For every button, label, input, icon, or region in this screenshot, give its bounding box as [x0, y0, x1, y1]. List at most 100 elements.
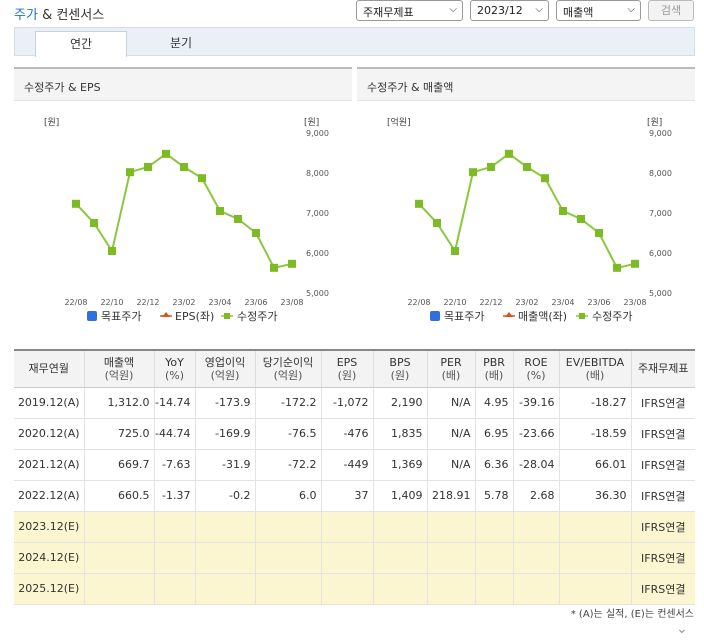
- column-unit: (억원): [210, 368, 240, 382]
- column-header: YoY (%): [153, 350, 195, 388]
- table-cell: -31.9: [194, 449, 255, 481]
- column-header: 재무연월: [14, 350, 84, 388]
- table-row: 2022.12(A) 660.5 -1.37 -0.2 6.0 37 1,409 218.91…: [14, 480, 695, 512]
- column-header: PBR (배): [474, 350, 513, 388]
- x-tick-label: 22/08: [64, 298, 87, 307]
- table-cell: [558, 573, 631, 605]
- price-point: [144, 163, 152, 171]
- table-cell: -449: [320, 449, 373, 481]
- x-tick-label: 23/06: [244, 298, 267, 307]
- table-cell: N/A: [426, 449, 475, 481]
- left-axis-unit: [억원]: [387, 116, 411, 128]
- chevron-down-icon: ⌵: [535, 4, 543, 15]
- search-button[interactable]: 검색: [648, 0, 694, 21]
- table-cell: [426, 573, 475, 605]
- tab-annual[interactable]: 연간: [35, 31, 127, 57]
- table-cell: 1,312.0: [83, 387, 154, 419]
- table-cell: [320, 542, 373, 574]
- legend-label: 수정주가: [237, 310, 277, 323]
- table-row: 2021.12(A) 669.7 -7.63 -31.9 -72.2 -449 1,369 N…: [14, 449, 695, 481]
- table-cell: IFRS연결: [630, 480, 695, 512]
- column-label: 당기순이익: [262, 355, 314, 369]
- table-cell: 2024.12(E): [14, 542, 84, 574]
- footnote: * (A)는 실적, (E)는 컨센서스: [570, 609, 694, 620]
- y-tick-label: 9,000: [649, 129, 672, 138]
- column-unit: (배): [441, 368, 461, 382]
- column-label: YoY: [165, 355, 184, 369]
- table-cell: 1,835: [372, 418, 427, 450]
- column-label: PER: [440, 355, 462, 369]
- table-cell: [194, 511, 255, 543]
- column-unit: (%): [164, 368, 185, 382]
- y-tick-label: 7,000: [306, 209, 329, 218]
- table-cell: 37: [320, 480, 373, 512]
- table-cell: 2020.12(A): [14, 418, 84, 450]
- x-tick-label: 23/08: [623, 298, 646, 307]
- column-header: 영업이익 (억원): [194, 350, 255, 388]
- chart-panel-eps: 수정주가 & EPS [원] [원] 9,000 8,000 7,000 6,000 5,0…: [14, 67, 352, 323]
- x-tick-label: 23/02: [172, 298, 195, 307]
- legend-secondary-marker: [505, 312, 513, 317]
- table-row: 2025.12(E) IFRS연결: [14, 573, 695, 605]
- legend-label: 수정주가: [592, 310, 632, 323]
- table-body: 2019.12(A) 1,312.0 -14.74 -173.9 -172.2 -1,07…: [14, 387, 695, 605]
- chevron-down-icon[interactable]: ⌄: [676, 621, 688, 637]
- table-cell: [474, 573, 513, 605]
- price-point: [288, 259, 296, 268]
- column-unit: (원): [337, 368, 357, 382]
- right-axis-unit: [원]: [304, 117, 319, 128]
- table-cell: 6.36: [474, 449, 513, 481]
- price-point: [234, 215, 242, 223]
- left-axis-unit: [원]: [44, 117, 59, 128]
- price-point: [613, 263, 621, 272]
- table-cell: -14.74: [153, 387, 195, 419]
- price-point: [631, 259, 639, 268]
- y-tick-label: 7,000: [649, 209, 672, 218]
- table-cell: N/A: [426, 418, 475, 450]
- table-cell: [194, 573, 255, 605]
- price-point: [523, 163, 531, 171]
- basis-select[interactable]: 주재무제표 ⌵: [356, 0, 463, 21]
- column-label: EV/EBITDA: [565, 355, 625, 369]
- table-cell: [83, 573, 154, 605]
- x-tick-label: 22/08: [407, 298, 430, 307]
- table-cell: 4.95: [474, 387, 513, 419]
- legend-target-marker: [87, 311, 97, 321]
- x-tick-label: 23/08: [280, 298, 303, 307]
- x-tick-label: 23/06: [587, 298, 610, 307]
- metric-select[interactable]: 매출액 ⌵: [556, 0, 641, 21]
- price-point: [559, 207, 567, 215]
- table-cell: 66.01: [558, 449, 631, 481]
- title-consensus: & 컨센서스: [42, 8, 105, 23]
- column-label: ROE: [524, 355, 548, 369]
- x-tick-label: 23/02: [515, 298, 538, 307]
- table-cell: IFRS연결: [630, 542, 695, 574]
- table-cell: [83, 511, 154, 543]
- price-point: [595, 229, 603, 237]
- x-tick-label: 22/10: [100, 298, 123, 307]
- table-cell: 2019.12(A): [14, 387, 84, 419]
- x-tick-label: 23/04: [208, 298, 231, 307]
- column-label: 영업이익: [204, 355, 246, 369]
- column-unit: (배): [484, 368, 504, 382]
- legend-secondary-marker: [162, 312, 170, 317]
- table-cell: -76.5: [254, 418, 321, 450]
- tab-quarterly[interactable]: 분기: [135, 31, 227, 57]
- table-cell: [254, 511, 321, 543]
- table-cell: 5.78: [474, 480, 513, 512]
- y-tick-label: 8,000: [306, 169, 329, 178]
- table-row: 2023.12(E) IFRS연결: [14, 511, 695, 543]
- column-unit: (원): [390, 368, 410, 382]
- table-cell: [320, 511, 373, 543]
- x-tick-label: 22/10: [443, 298, 466, 307]
- price-point: [541, 174, 549, 183]
- y-tick-label: 6,000: [649, 249, 672, 258]
- x-tick-label: 22/12: [479, 298, 502, 307]
- table-row: 2024.12(E) IFRS연결: [14, 542, 695, 574]
- price-point: [270, 263, 278, 272]
- period-select[interactable]: 2023/12 ⌵: [470, 0, 549, 21]
- period-tabs: 연간 분기: [14, 27, 695, 57]
- table-cell: -172.2: [254, 387, 321, 419]
- page-title: 주가 & 컨센서스: [14, 4, 104, 23]
- table-cell: 2025.12(E): [14, 573, 84, 605]
